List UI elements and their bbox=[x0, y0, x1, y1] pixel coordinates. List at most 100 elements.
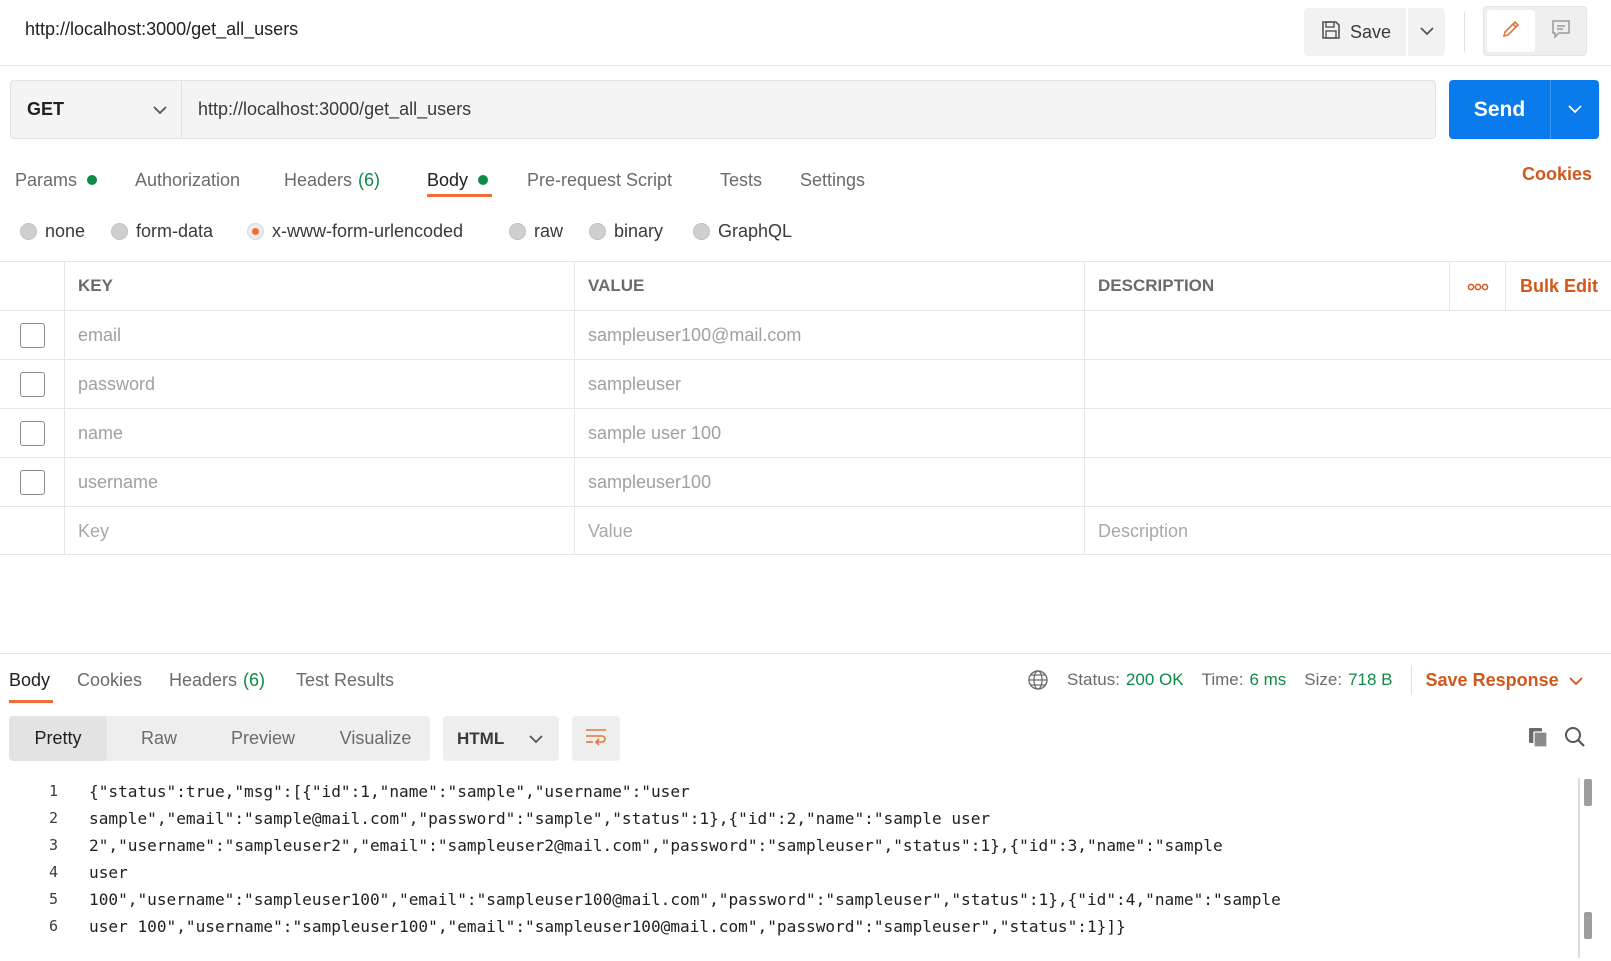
chevron-down-icon bbox=[153, 99, 167, 120]
edit-mode-button[interactable] bbox=[1487, 10, 1535, 52]
description-cell[interactable] bbox=[1084, 360, 1611, 408]
tab-tests[interactable]: Tests bbox=[720, 160, 762, 200]
send-button[interactable]: Send bbox=[1449, 80, 1550, 139]
description-cell[interactable] bbox=[1084, 458, 1611, 506]
tab-label: Cookies bbox=[77, 669, 143, 690]
tab-response-cookies[interactable]: Cookies bbox=[77, 665, 142, 695]
active-indicator-dot bbox=[87, 175, 98, 185]
description-cell[interactable] bbox=[1084, 311, 1611, 359]
radio-binary[interactable]: binary bbox=[589, 216, 663, 246]
view-preview-button[interactable]: Preview bbox=[205, 716, 321, 761]
request-title[interactable]: http://localhost:3000/get_all_users bbox=[25, 19, 298, 40]
tab-label: Authorization bbox=[135, 169, 241, 190]
scrollbar-marker[interactable] bbox=[1584, 912, 1592, 939]
tab-response-body[interactable]: Body bbox=[9, 665, 50, 695]
code-line: 3 2","username":"sampleuser2","email":"sa… bbox=[0, 832, 1580, 859]
comments-mode-button[interactable] bbox=[1538, 10, 1584, 52]
time-value[interactable]: 6 ms bbox=[1249, 670, 1286, 690]
radio-circle bbox=[111, 222, 128, 240]
line-number: 6 bbox=[48, 917, 58, 935]
tab-settings[interactable]: Settings bbox=[800, 160, 865, 200]
tab-label: Test Results bbox=[296, 669, 395, 690]
description-placeholder[interactable]: Description bbox=[1084, 507, 1611, 555]
pencil-icon bbox=[1500, 18, 1522, 45]
globe-icon[interactable] bbox=[1027, 669, 1049, 691]
value-cell[interactable]: sampleuser bbox=[574, 360, 1084, 408]
tab-params[interactable]: Params bbox=[15, 160, 98, 200]
language-select[interactable]: HTML bbox=[443, 716, 559, 761]
method-select[interactable]: GET bbox=[10, 80, 182, 139]
chevron-down-icon bbox=[529, 729, 543, 749]
form-params-table: KEY VALUE DESCRIPTION Bulk Edit email sa… bbox=[0, 261, 1611, 555]
save-response-button[interactable]: Save Response bbox=[1426, 670, 1583, 691]
key-cell[interactable]: username bbox=[64, 458, 574, 506]
save-options-button[interactable] bbox=[1408, 8, 1445, 56]
copy-icon[interactable] bbox=[1526, 725, 1550, 754]
line-number: 4 bbox=[48, 863, 58, 881]
more-options-button[interactable] bbox=[1449, 262, 1505, 310]
response-body-code[interactable]: 1 {"status":true,"msg":[{"id":1,"name":"s… bbox=[0, 778, 1580, 948]
view-raw-button[interactable]: Raw bbox=[113, 716, 205, 761]
radio-none[interactable]: none bbox=[20, 216, 85, 246]
row-checkbox[interactable] bbox=[19, 371, 45, 397]
url-input[interactable] bbox=[182, 80, 1436, 139]
cookies-link[interactable]: Cookies bbox=[1522, 164, 1592, 185]
chevron-down-icon bbox=[1568, 670, 1583, 691]
scrollbar-marker[interactable] bbox=[1584, 779, 1592, 806]
radio-graphql[interactable]: GraphQL bbox=[693, 216, 792, 246]
divider bbox=[1464, 12, 1465, 52]
table-row: password sampleuser bbox=[0, 359, 1611, 408]
divider bbox=[1410, 665, 1412, 695]
wrap-lines-button[interactable] bbox=[572, 716, 620, 761]
search-icon[interactable] bbox=[1563, 725, 1587, 754]
radio-raw[interactable]: raw bbox=[509, 216, 563, 246]
column-header-key: KEY bbox=[64, 262, 574, 310]
row-checkbox-cell bbox=[0, 507, 64, 555]
tab-label: Headers bbox=[284, 169, 353, 190]
tab-authorization[interactable]: Authorization bbox=[135, 160, 240, 200]
table-row: username sampleuser100 bbox=[0, 457, 1611, 506]
radio-label: form-data bbox=[136, 220, 214, 241]
save-button[interactable]: Save bbox=[1304, 8, 1406, 56]
code-text: user 100","username":"sampleuser100","em… bbox=[89, 917, 1126, 936]
view-visualize-button[interactable]: Visualize bbox=[321, 716, 430, 761]
code-scrollbar-track[interactable] bbox=[1578, 778, 1580, 958]
value-cell[interactable]: sampleuser100 bbox=[574, 458, 1084, 506]
code-text: {"status":true,"msg":[{"id":1,"name":"sa… bbox=[89, 782, 690, 801]
key-cell[interactable]: name bbox=[64, 409, 574, 457]
radio-circle bbox=[20, 222, 37, 240]
response-divider[interactable] bbox=[0, 653, 1611, 654]
value-placeholder[interactable]: Value bbox=[574, 507, 1084, 555]
row-checkbox[interactable] bbox=[19, 469, 45, 495]
size-value[interactable]: 718 B bbox=[1348, 670, 1392, 690]
save-response-label: Save Response bbox=[1425, 669, 1559, 690]
row-checkbox[interactable] bbox=[19, 420, 45, 446]
save-icon bbox=[1320, 19, 1342, 46]
radio-form-data[interactable]: form-data bbox=[111, 216, 213, 246]
value-cell[interactable]: sampleuser100@mail.com bbox=[574, 311, 1084, 359]
value-cell[interactable]: sample user 100 bbox=[574, 409, 1084, 457]
view-pretty-button[interactable]: Pretty bbox=[9, 716, 107, 761]
tab-label: Headers bbox=[169, 669, 238, 690]
tab-count: (6) bbox=[243, 669, 266, 690]
tab-response-headers[interactable]: Headers (6) bbox=[169, 665, 265, 695]
chevron-down-icon bbox=[1419, 23, 1434, 41]
send-options-button[interactable] bbox=[1550, 80, 1599, 139]
radio-x-www-form-urlencoded[interactable]: x-www-form-urlencoded bbox=[247, 216, 463, 246]
tab-headers[interactable]: Headers (6) bbox=[284, 160, 380, 200]
key-cell[interactable]: password bbox=[64, 360, 574, 408]
more-horizontal-icon bbox=[1467, 276, 1489, 296]
column-header-value: VALUE bbox=[574, 262, 1084, 310]
key-cell[interactable]: email bbox=[64, 311, 574, 359]
radio-label: none bbox=[45, 220, 86, 241]
key-placeholder[interactable]: Key bbox=[64, 507, 574, 555]
tab-pre-request-script[interactable]: Pre-request Script bbox=[527, 160, 672, 200]
bulk-edit-label: Bulk Edit bbox=[1520, 275, 1599, 296]
description-cell[interactable] bbox=[1084, 409, 1611, 457]
tab-test-results[interactable]: Test Results bbox=[296, 665, 394, 695]
status-value[interactable]: 200 OK bbox=[1126, 670, 1184, 690]
line-number: 3 bbox=[48, 836, 58, 854]
bulk-edit-link[interactable]: Bulk Edit bbox=[1505, 262, 1611, 310]
row-checkbox[interactable] bbox=[19, 322, 45, 348]
tab-label: Params bbox=[15, 169, 78, 190]
